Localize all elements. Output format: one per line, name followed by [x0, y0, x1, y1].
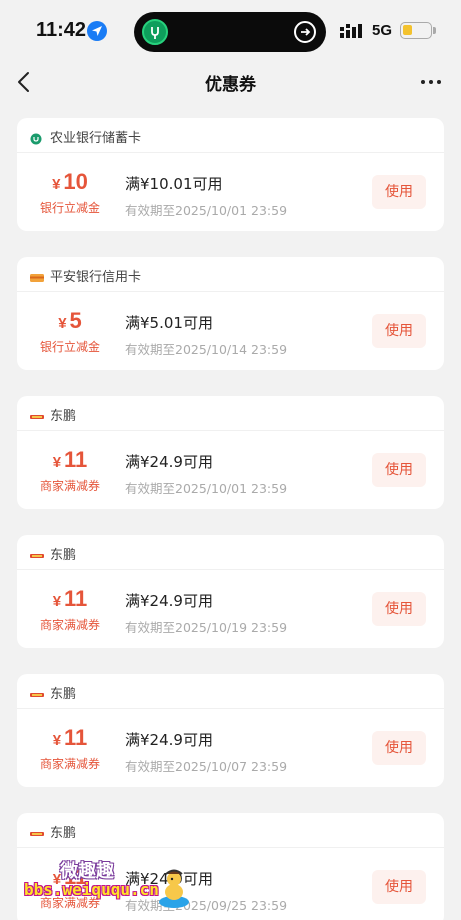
coupon-card: 东鹏 ¥11 商家满减券 满¥24.9可用 有效期至2025/10/01 23:… [17, 396, 444, 509]
use-button[interactable]: 使用 [372, 453, 426, 487]
coupon-value: 11 [64, 447, 88, 472]
coupon-value: 5 [69, 308, 82, 333]
coupon-card: 东鹏 ¥11 商家满减券 满¥24.9可用 有效期至2025/10/19 23:… [17, 535, 444, 648]
coupon-type: 商家满减券 [39, 479, 100, 493]
page-title: 优惠券 [205, 75, 256, 95]
status-time: 11:42 [36, 19, 87, 41]
dongpeng-icon [30, 686, 44, 698]
coupon-issuer: 东鹏 [50, 409, 77, 424]
coupon-currency: ¥ [58, 315, 67, 332]
network-type: 5G [372, 22, 393, 39]
coupon-header: 农业银行储蓄卡 [17, 118, 444, 153]
dongpeng-icon [30, 408, 44, 420]
coupon-condition: 满¥24.9可用 [125, 453, 213, 471]
status-bar: 11:42 5G [0, 0, 461, 62]
use-button[interactable]: 使用 [372, 731, 426, 765]
coupon-validity: 有效期至2025/10/07 23:59 [125, 759, 288, 774]
coupon-value: 11 [64, 725, 88, 750]
coupon-amount: ¥10 [27, 169, 113, 195]
coupon-issuer: 东鹏 [50, 687, 77, 702]
use-button[interactable]: 使用 [372, 870, 426, 904]
coupon-card: 平安银行信用卡 ¥5 银行立减金 满¥5.01可用 有效期至2025/10/14… [17, 257, 444, 370]
coupon-amount: ¥11 [27, 447, 113, 473]
use-button[interactable]: 使用 [372, 175, 426, 209]
coupon-header: 东鹏 [17, 674, 444, 709]
location-arrow-icon [87, 21, 107, 41]
dongpeng-icon [30, 547, 44, 559]
coupon-issuer: 东鹏 [50, 826, 77, 841]
battery-level [403, 25, 412, 35]
use-button[interactable]: 使用 [372, 314, 426, 348]
coupon-card: 农业银行储蓄卡 ¥10 银行立减金 满¥10.01可用 有效期至2025/10/… [17, 118, 444, 231]
coupon-issuer: 平安银行信用卡 [50, 270, 142, 285]
coupon-issuer: 农业银行储蓄卡 [50, 131, 142, 146]
app-activity-icon [142, 19, 168, 45]
coupon-currency: ¥ [52, 732, 62, 749]
dynamic-island [134, 12, 326, 52]
battery-icon [400, 22, 432, 39]
coupon-condition: 满¥24.9可用 [125, 731, 213, 749]
nav-bar: 优惠券 [0, 62, 461, 102]
coupon-value: 10 [63, 169, 88, 194]
exit-icon[interactable] [294, 21, 316, 43]
use-button[interactable]: 使用 [372, 592, 426, 626]
abc-bank-icon [30, 130, 42, 145]
coupon-validity: 有效期至2025/10/01 23:59 [125, 203, 288, 218]
coupon-type: 商家满减券 [39, 757, 100, 771]
more-horizontal-icon[interactable] [418, 72, 444, 92]
coupon-currency: ¥ [52, 176, 61, 193]
coupon-header: 平安银行信用卡 [17, 257, 444, 292]
pingan-bank-icon [30, 269, 44, 282]
duck-mascot-icon [159, 869, 189, 908]
coupon-header: 东鹏 [17, 813, 444, 848]
coupon-condition: 满¥5.01可用 [125, 314, 213, 332]
coupon-amount: ¥11 [27, 725, 113, 751]
coupon-currency: ¥ [52, 593, 62, 610]
signal-icon [340, 24, 362, 38]
coupon-type: 银行立减金 [39, 340, 100, 354]
coupon-validity: 有效期至2025/10/14 23:59 [125, 342, 288, 357]
coupon-currency: ¥ [52, 454, 62, 471]
watermark-url: bbs.weiququ.cn [24, 880, 159, 899]
coupon-header: 东鹏 [17, 396, 444, 431]
coupon-condition: 满¥10.01可用 [125, 175, 223, 193]
coupon-validity: 有效期至2025/10/01 23:59 [125, 481, 288, 496]
coupon-amount: ¥5 [27, 308, 113, 334]
battery-tip [433, 27, 436, 34]
coupon-condition: 满¥24.9可用 [125, 592, 213, 610]
coupon-issuer: 东鹏 [50, 548, 77, 563]
coupon-amount: ¥11 [27, 586, 113, 612]
coupon-type: 商家满减券 [39, 618, 100, 632]
coupon-card: 东鹏 ¥11 商家满减券 满¥24.9可用 有效期至2025/10/07 23:… [17, 674, 444, 787]
coupon-header: 东鹏 [17, 535, 444, 570]
coupon-validity: 有效期至2025/10/19 23:59 [125, 620, 288, 635]
dongpeng-icon [30, 825, 44, 837]
coupon-type: 银行立减金 [39, 201, 100, 215]
coupon-value: 11 [64, 586, 88, 611]
